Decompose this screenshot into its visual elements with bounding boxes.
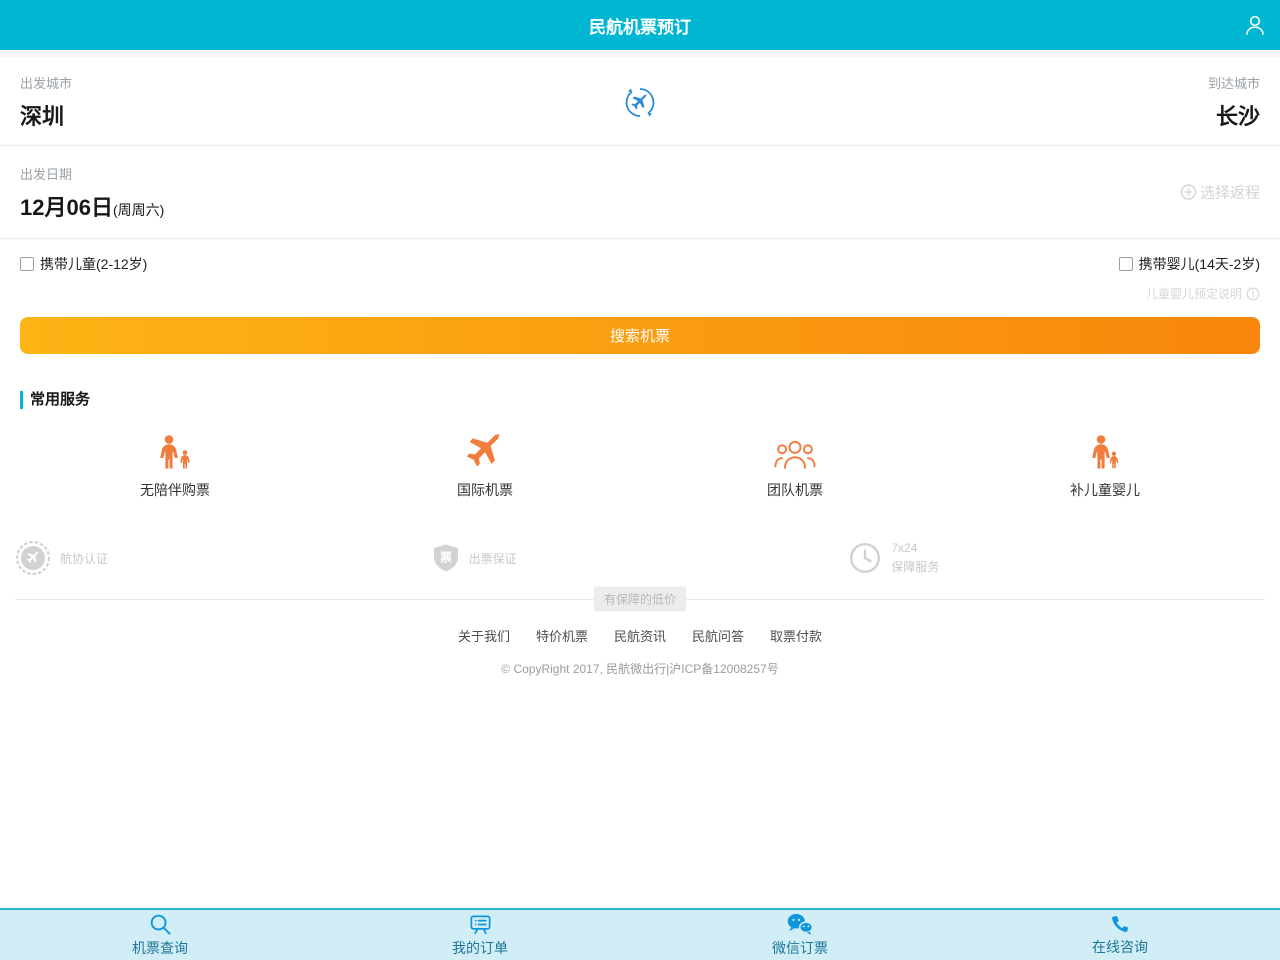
user-icon (1242, 12, 1268, 38)
departure-city-label: 出发城市 (20, 73, 72, 92)
search-flights-button[interactable]: 搜索机票 (20, 317, 1260, 354)
service-international-ticket[interactable]: 国际机票 (330, 433, 640, 500)
footer-link-payment[interactable]: 取票付款 (770, 626, 822, 645)
search-icon (148, 912, 173, 937)
plus-circle-icon (1180, 184, 1197, 201)
choose-return-button[interactable]: 选择返程 (1180, 182, 1260, 203)
child-checkbox-label: 携带儿童(2-12岁) (40, 254, 147, 274)
common-services-section: 常用服务 无陪伴购票 国际机票 (0, 391, 1280, 500)
departure-city-value: 深圳 (20, 99, 72, 131)
group-icon (774, 433, 816, 471)
city-selector-row: 出发城市 深圳 到达城市 长沙 (0, 57, 1280, 146)
copyright-text: © CopyRight 2017, 民航微出行|沪ICP备12008257号 (0, 660, 1280, 677)
nav-item-online-consult[interactable]: 在线咨询 (960, 910, 1280, 960)
nav-item-flight-search[interactable]: 机票查询 (0, 910, 320, 960)
nav-item-my-orders[interactable]: 我的订单 (320, 910, 640, 960)
badge-ticket-guarantee: 票 出票保证 (432, 540, 849, 576)
child-infant-booking-note[interactable]: 儿童婴儿预定说明 (1146, 285, 1260, 302)
nav-item-wechat-booking[interactable]: 微信订票 (640, 910, 960, 960)
departure-city-field[interactable]: 出发城市 深圳 (20, 73, 72, 131)
service-unaccompanied-ticket[interactable]: 无陪伴购票 (20, 433, 330, 500)
service-grid: 无陪伴购票 国际机票 团队机票 (0, 433, 1280, 500)
footer-link-special-fares[interactable]: 特价机票 (536, 626, 588, 645)
date-selector-row: 出发日期 12月06日(周周六) 选择返程 (0, 146, 1280, 239)
child-checkbox-field[interactable]: 携带儿童(2-12岁) (20, 254, 147, 274)
service-add-child-infant[interactable]: 补儿童婴儿 (950, 433, 1260, 500)
service-group-ticket[interactable]: 团队机票 (640, 433, 950, 500)
badge-airline-certified: 航协认证 (15, 540, 432, 576)
header-gap (0, 50, 1280, 57)
phone-icon (1109, 913, 1132, 936)
arrival-city-field[interactable]: 到达城市 长沙 (1208, 73, 1260, 131)
low-price-label: 有保障的低价 (594, 587, 686, 612)
wechat-icon (786, 912, 814, 937)
arrival-city-label: 到达城市 (1208, 73, 1260, 92)
svg-text:票: 票 (440, 551, 452, 565)
infant-checkbox-field[interactable]: 携带婴儿(14天-2岁) (1119, 254, 1260, 274)
swap-cities-button[interactable] (620, 82, 660, 127)
flight-booking-page: 民航机票预订 出发城市 深圳 到达城市 长沙 (0, 0, 1280, 960)
info-circle-icon (1246, 287, 1260, 301)
common-services-title: 常用服务 (20, 391, 1280, 409)
low-price-divider: 有保障的低价 (0, 588, 1280, 610)
departure-date-value: 12月06日(周周六) (20, 190, 1260, 222)
page-title: 民航机票预订 (589, 13, 691, 38)
infant-checkbox-label: 携带婴儿(14天-2岁) (1139, 254, 1260, 274)
choose-return-label: 选择返程 (1200, 182, 1260, 203)
adult-child-icon (154, 433, 196, 471)
page-footer: 关于我们 特价机票 民航资讯 民航问答 取票付款 © CopyRight 201… (0, 626, 1280, 677)
order-list-icon (468, 912, 493, 937)
user-account-button[interactable] (1240, 10, 1270, 40)
infant-checkbox[interactable] (1119, 257, 1133, 271)
infant-options: 携带婴儿(14天-2岁) 儿童婴儿预定说明 (1119, 254, 1260, 302)
app-header: 民航机票预订 (0, 0, 1280, 50)
badge-7x24-service: 7x24 保障服务 (848, 540, 1265, 576)
seal-plane-icon (15, 540, 51, 576)
airplane-icon (466, 433, 504, 471)
arrival-city-value: 长沙 (1208, 99, 1260, 131)
guarantee-badges-row: 航协认证 票 出票保证 7x24 保障服务 (0, 540, 1280, 576)
clock-icon (848, 541, 882, 575)
swap-plane-icon (620, 82, 660, 122)
departure-date-label: 出发日期 (20, 164, 1260, 183)
shield-ticket-icon: 票 (432, 543, 460, 573)
footer-link-qa[interactable]: 民航问答 (692, 626, 744, 645)
bottom-navigation: 机票查询 我的订单 微信订票 (0, 908, 1280, 960)
parent-child-icon (1087, 433, 1123, 471)
footer-links: 关于我们 特价机票 民航资讯 民航问答 取票付款 (0, 626, 1280, 645)
passenger-options-row: 携带儿童(2-12岁) 携带婴儿(14天-2岁) 儿童婴儿预定说明 (0, 239, 1280, 304)
footer-link-about[interactable]: 关于我们 (458, 626, 510, 645)
child-checkbox[interactable] (20, 257, 34, 271)
footer-link-news[interactable]: 民航资讯 (614, 626, 666, 645)
departure-date-weekday: (周周六) (113, 202, 164, 218)
departure-date-field[interactable]: 出发日期 12月06日(周周六) (20, 164, 1260, 222)
